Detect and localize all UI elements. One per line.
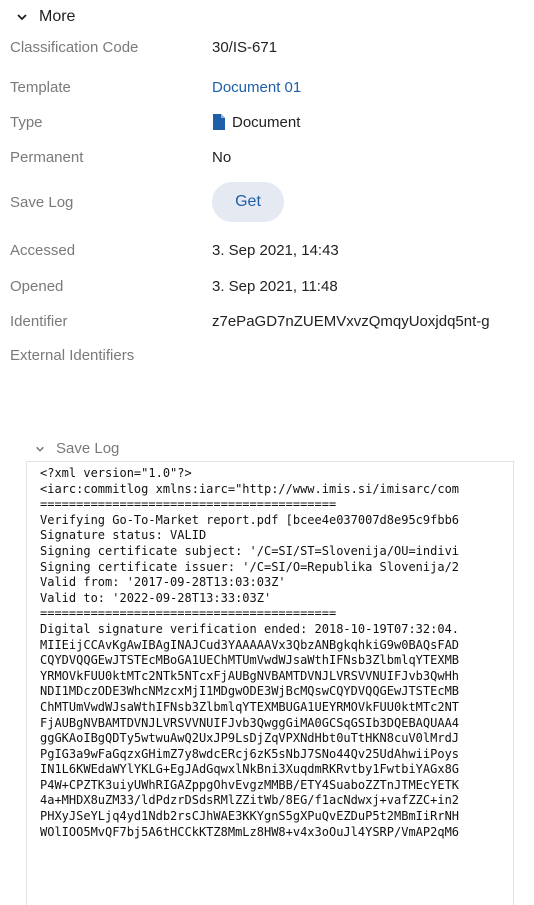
log-line: Signature status: VALID: [40, 528, 207, 543]
identifier-value: z7ePaGD7nZUEMVxvzQmqyUoxjdq5nt-g: [212, 312, 490, 330]
log-line: 4a+MHDX8uZM33/ldPdzrDSdsRMlZZitWb/8EG/f1…: [40, 793, 460, 808]
save-log-section-label: Save Log: [56, 440, 120, 457]
permanent-row: Permanent No: [10, 144, 530, 170]
log-line: YRMOVkFUU0ktMTc2NTk5NTcxFjAUBgNVBAMTDVNJ…: [40, 668, 460, 683]
accessed-label: Accessed: [10, 241, 76, 259]
get-save-log-button[interactable]: Get: [212, 182, 284, 222]
identifier-row: Identifier z7ePaGD7nZUEMVxvzQmqyUoxjdq5n…: [10, 308, 530, 334]
log-line: WOlIOO5MvQF7bj5A6tHCCkKTZ8MmLz8HW8+v4x3o…: [40, 824, 460, 839]
save-log-content[interactable]: <?xml version="1.0"?> <iarc:commitlog xml…: [26, 461, 514, 905]
opened-row: Opened 3. Sep 2021, 11:48: [10, 273, 530, 299]
chevron-down-icon: [14, 9, 30, 25]
accessed-value: 3. Sep 2021, 14:43: [212, 241, 339, 259]
log-line: CQYDVQQGEwJTSTEcMBoGA1UEChMTUmVwdWJsaWth…: [40, 653, 460, 668]
external-identifiers-row: External Identifiers: [10, 342, 530, 368]
log-line: NDI1MDczODE3WhcNMzcxMjI1MDgwODE3WjBcMQsw…: [40, 684, 460, 699]
log-line: Valid to: '2022-09-28T13:33:03Z': [40, 590, 272, 605]
permanent-value: No: [212, 148, 232, 166]
opened-value: 3. Sep 2021, 11:48: [212, 277, 338, 295]
classification-code-label: Classification Code: [10, 38, 139, 56]
type-row: Type Document: [10, 109, 530, 135]
log-line: <iarc:commitlog xmlns:iarc="http://www.i…: [40, 481, 460, 496]
type-value-text: Document: [232, 113, 301, 131]
document-icon: [212, 114, 226, 130]
log-line: MIIEijCCAvKgAwIBAgINAJCud3YAAAAAVx3QbzAN…: [40, 637, 460, 652]
log-line: Digital signature verification ended: 20…: [40, 621, 460, 636]
log-line: Signing certificate issuer: '/C=SI/O=Rep…: [40, 559, 460, 574]
identifier-label: Identifier: [10, 312, 68, 330]
log-line: IN1L6KWEdaWYlYKLG+EgJAdGqwxlNkBni3XuqdmR…: [40, 762, 460, 777]
log-line: ========================================…: [40, 497, 337, 512]
opened-label: Opened: [10, 277, 64, 295]
template-row: Template Document 01: [10, 74, 530, 100]
more-section-toggle[interactable]: More: [14, 8, 75, 26]
log-line: ggGKAoIBgQDTy5wtwuAwQ2UxJP9LsDjZqVPXNdHb…: [40, 731, 460, 746]
save-log-lines: <?xml version="1.0"?> <iarc:commitlog xml…: [27, 462, 513, 840]
permanent-label: Permanent: [10, 148, 84, 166]
accessed-row: Accessed 3. Sep 2021, 14:43: [10, 237, 530, 263]
classification-code-value: 30/IS-671: [212, 38, 278, 56]
log-line: ChMTUmVwdWJsaWthIFNsb3ZlbmlqYTEXMBUGA1UE…: [40, 699, 460, 714]
save-log-row: Save Log Get: [10, 182, 530, 222]
log-line: P4W+CPZTK3uiyUWhRIGAZppgOhvEvgzMMBB/ETY4…: [40, 777, 460, 792]
type-value: Document: [212, 114, 300, 131]
classification-code-row: Classification Code 30/IS-671: [10, 34, 530, 60]
template-label: Template: [10, 78, 71, 96]
type-label: Type: [10, 113, 43, 131]
log-line: PHXyJSeYLjq4yd1Ndb2rsCJhWAE3KKYgnS5gXPuQ…: [40, 809, 460, 824]
log-line: Valid from: '2017-09-28T13:03:03Z': [40, 575, 286, 590]
save-log-section-toggle[interactable]: Save Log: [32, 440, 119, 457]
save-log-label: Save Log: [10, 193, 74, 211]
log-line: <?xml version="1.0"?>: [40, 466, 192, 480]
chevron-down-icon: [32, 441, 48, 457]
external-identifiers-label: External Identifiers: [10, 346, 135, 364]
log-line: ========================================…: [40, 606, 337, 621]
log-line: PgIG3a9wFaGqzxGHimZ7y8wdcERcj6zK5sNbJ7SN…: [40, 746, 460, 761]
more-section-label: More: [39, 8, 76, 25]
log-line: Signing certificate subject: '/C=SI/ST=S…: [40, 543, 460, 558]
log-line: FjAUBgNVBAMTDVNJLVRSVVNUIFJvb3QwggGiMA0G…: [40, 715, 460, 730]
template-link[interactable]: Document 01: [212, 79, 301, 96]
log-line: Verifying Go-To-Market report.pdf [bcee4…: [40, 512, 460, 527]
